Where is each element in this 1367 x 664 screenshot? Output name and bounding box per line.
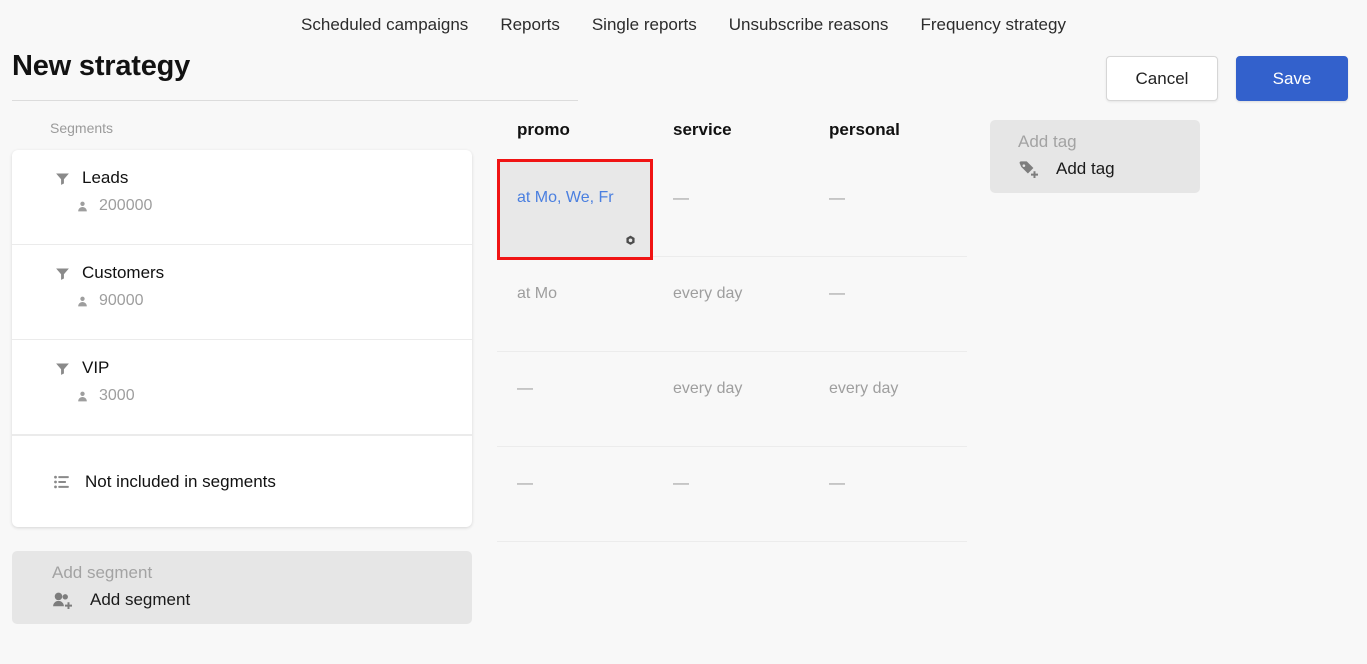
segment-row-leads[interactable]: Leads 200000 xyxy=(12,150,472,245)
nav-item-scheduled-campaigns[interactable]: Scheduled campaigns xyxy=(301,15,468,35)
segment-row-vip[interactable]: VIP 3000 xyxy=(12,340,472,435)
nav-item-single-reports[interactable]: Single reports xyxy=(592,15,697,35)
cell-personal[interactable]: — xyxy=(809,447,967,541)
gear-icon[interactable] xyxy=(623,234,638,249)
selected-cell-value: at Mo, We, Fr xyxy=(517,189,614,206)
column-header-personal: personal xyxy=(829,120,900,139)
add-segment-button[interactable]: Add segment xyxy=(52,590,472,610)
cell-service[interactable]: every day xyxy=(653,352,809,446)
cell-promo[interactable]: — xyxy=(497,447,653,541)
title-divider xyxy=(12,100,578,101)
segments-caption: Segments xyxy=(50,120,114,136)
cell-personal[interactable]: — xyxy=(809,162,967,256)
table-header-row: promo service personal xyxy=(497,120,967,162)
funnel-icon xyxy=(54,170,71,187)
cancel-button[interactable]: Cancel xyxy=(1106,56,1218,101)
funnel-icon xyxy=(54,360,71,377)
selected-cell-promo[interactable]: at Mo, We, Fr xyxy=(497,159,653,260)
table-row: — — — xyxy=(497,447,967,542)
segments-card: Leads 200000 Customers 90000 VIP 3000 No… xyxy=(12,150,472,527)
nav-item-unsubscribe-reasons[interactable]: Unsubscribe reasons xyxy=(729,15,889,35)
cell-personal[interactable]: — xyxy=(809,257,967,351)
page-title: New strategy xyxy=(12,50,191,82)
column-header-promo: promo xyxy=(517,120,570,139)
page-header: New strategy Cancel Save xyxy=(0,50,1367,105)
segment-count: 200000 xyxy=(99,197,153,214)
person-icon xyxy=(76,294,89,309)
column-header-service: service xyxy=(673,120,732,139)
add-segment-label: Add segment xyxy=(90,590,191,609)
cell-promo[interactable]: at Mo xyxy=(497,257,653,351)
person-icon xyxy=(76,199,89,214)
segment-name: Leads xyxy=(82,168,129,187)
frequency-table: promo service personal — — at Mo every d… xyxy=(497,120,967,542)
segment-row-not-included[interactable]: Not included in segments xyxy=(12,435,472,527)
add-tag-block[interactable]: Add tag Add tag xyxy=(990,120,1200,193)
cell-service[interactable]: — xyxy=(653,162,809,256)
table-row: at Mo every day — xyxy=(497,257,967,352)
add-tag-label: Add tag xyxy=(1056,159,1115,178)
top-navigation: Scheduled campaigns Reports Single repor… xyxy=(0,0,1367,50)
segment-count: 90000 xyxy=(99,292,144,309)
segment-name: Not included in segments xyxy=(85,471,276,491)
add-segment-icon xyxy=(52,591,74,609)
nav-item-reports[interactable]: Reports xyxy=(500,15,560,35)
cell-promo[interactable]: — xyxy=(497,352,653,446)
header-actions: Cancel Save xyxy=(1106,56,1348,101)
add-segment-caption: Add segment xyxy=(52,563,153,582)
save-button[interactable]: Save xyxy=(1236,56,1348,101)
funnel-icon xyxy=(54,265,71,282)
nav-item-frequency-strategy[interactable]: Frequency strategy xyxy=(920,15,1066,35)
segment-count: 3000 xyxy=(99,387,135,404)
segment-row-customers[interactable]: Customers 90000 xyxy=(12,245,472,340)
table-row: — every day every day xyxy=(497,352,967,447)
add-tag-icon xyxy=(1018,160,1040,178)
list-icon xyxy=(54,475,71,489)
add-tag-caption: Add tag xyxy=(1018,132,1077,151)
cell-service[interactable]: — xyxy=(653,447,809,541)
add-tag-button[interactable]: Add tag xyxy=(1018,159,1200,179)
add-segment-block[interactable]: Add segment Add segment xyxy=(12,551,472,624)
cell-service[interactable]: every day xyxy=(653,257,809,351)
segments-panel: Segments Leads 200000 Customers 90000 VI… xyxy=(12,120,472,624)
cell-personal[interactable]: every day xyxy=(809,352,967,446)
segment-name: Customers xyxy=(82,263,165,282)
segment-name: VIP xyxy=(82,358,110,377)
person-icon xyxy=(76,389,89,404)
